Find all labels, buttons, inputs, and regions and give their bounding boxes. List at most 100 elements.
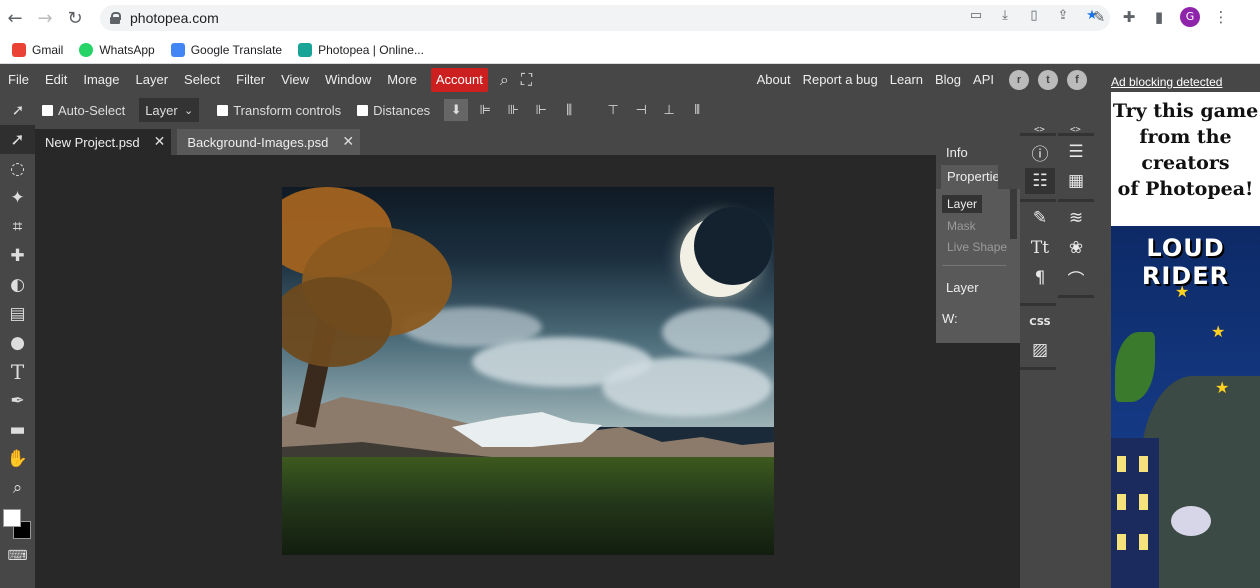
panel-tab-info[interactable]: Info xyxy=(946,145,968,160)
checkbox-box[interactable] xyxy=(357,104,369,116)
move-tool-options-icon[interactable]: ➚ xyxy=(0,95,36,125)
menu-edit[interactable]: Edit xyxy=(37,65,75,95)
hand-tool-icon[interactable]: ✋ xyxy=(0,444,35,473)
sidepanel-icon[interactable]: ▮ xyxy=(1150,7,1168,27)
pen-tool-icon[interactable]: ✒ xyxy=(0,386,35,415)
download-icon[interactable]: ⬇ xyxy=(444,99,469,121)
page-icon[interactable]: ▯ xyxy=(1026,8,1042,24)
ad-blocking-link[interactable]: Ad blocking detected xyxy=(1111,75,1222,89)
foreground-color[interactable] xyxy=(3,509,21,527)
align-top-icon[interactable]: ⊤ xyxy=(602,99,624,121)
align-right-icon[interactable]: ⊩ xyxy=(530,99,552,121)
address-bar[interactable]: photopea.com xyxy=(100,5,1110,31)
twitter-icon[interactable]: t xyxy=(1038,70,1058,90)
install-icon[interactable]: ⤓ xyxy=(997,8,1013,24)
ad-headline-line: of Photopea! xyxy=(1117,178,1254,200)
blur-tool-icon[interactable]: ● xyxy=(0,328,35,357)
tab-background-images[interactable]: Background-Images.psd ✕ xyxy=(177,129,361,155)
tab-new-project[interactable]: New Project.psd ✕ xyxy=(35,129,172,155)
adjustments-icon[interactable]: ☷ xyxy=(1025,168,1055,194)
zoom-tool-icon[interactable]: ⌕ xyxy=(0,473,35,502)
crop-tool-icon[interactable]: ⌗ xyxy=(0,212,35,241)
image-icon[interactable]: ▨ xyxy=(1025,337,1055,363)
menu-filter[interactable]: Filter xyxy=(228,65,273,95)
profile-avatar[interactable]: G xyxy=(1180,7,1200,27)
document-canvas[interactable] xyxy=(282,187,774,555)
link-blog[interactable]: Blog xyxy=(929,65,967,95)
menu-file[interactable]: File xyxy=(0,65,37,95)
align-middle-icon[interactable]: ⊣ xyxy=(630,99,652,121)
menu-view[interactable]: View xyxy=(273,65,317,95)
eraser-tool-icon[interactable]: ◐ xyxy=(0,270,35,299)
account-button[interactable]: Account xyxy=(430,68,488,92)
fullscreen-icon[interactable]: ⛶ xyxy=(521,70,532,90)
menu-select[interactable]: Select xyxy=(176,65,228,95)
props-subtab-live-shape[interactable]: Live Shape xyxy=(942,238,1012,256)
color-swatches[interactable] xyxy=(3,509,33,541)
lasso-tool-icon[interactable]: ◌ xyxy=(0,154,35,183)
css-icon[interactable]: CSS xyxy=(1025,309,1055,335)
gradient-tool-icon[interactable]: ▤ xyxy=(0,299,35,328)
props-subtab-layer[interactable]: Layer xyxy=(942,195,983,213)
kebab-menu-icon[interactable]: ⋮ xyxy=(1212,7,1230,27)
link-about[interactable]: About xyxy=(751,65,797,95)
paragraph-icon[interactable]: ¶ xyxy=(1025,265,1055,291)
eyedropper-icon[interactable]: ✎ xyxy=(1090,7,1108,27)
character-icon[interactable]: Tt xyxy=(1025,235,1055,261)
distances-checkbox[interactable]: Distances xyxy=(357,103,430,118)
bookmark-photopea[interactable]: Photopea | Online... xyxy=(298,42,424,57)
panel-tab-properties[interactable]: Properties xyxy=(941,165,998,189)
link-report-bug[interactable]: Report a bug xyxy=(797,65,884,95)
bookmark-whatsapp[interactable]: WhatsApp xyxy=(79,42,155,57)
rectangle-tool-icon[interactable]: ▬ xyxy=(0,415,35,444)
bookmark-gmail[interactable]: Gmail xyxy=(12,42,63,57)
forward-icon[interactable]: → xyxy=(30,0,60,36)
move-tool-icon[interactable]: ➚ xyxy=(0,125,35,154)
reddit-icon[interactable]: r xyxy=(1009,70,1029,90)
menu-layer[interactable]: Layer xyxy=(128,65,177,95)
layer-select-dropdown[interactable]: Layer ⌄ xyxy=(139,98,200,122)
game-window xyxy=(1139,534,1148,550)
auto-select-checkbox[interactable]: Auto-Select xyxy=(42,103,125,118)
panel-scrollbar[interactable] xyxy=(1010,189,1017,239)
facebook-icon[interactable]: f xyxy=(1067,70,1087,90)
transform-controls-checkbox[interactable]: Transform controls xyxy=(217,103,341,118)
checkbox-box[interactable] xyxy=(217,104,229,116)
puzzle-icon[interactable]: ✚ xyxy=(1120,7,1138,27)
back-icon[interactable]: ← xyxy=(0,0,30,36)
link-learn[interactable]: Learn xyxy=(884,65,929,95)
ad-banner[interactable]: Try this game from the creators of Photo… xyxy=(1111,92,1260,588)
reload-icon[interactable]: ↻ xyxy=(60,0,90,36)
menu-more[interactable]: More xyxy=(379,65,425,95)
brush-icon[interactable]: ✎ xyxy=(1025,205,1055,231)
distribute-horizontal-icon[interactable]: ⫴ xyxy=(686,99,708,121)
info-icon[interactable]: ⓘ xyxy=(1025,139,1055,165)
align-bottom-icon[interactable]: ⊥ xyxy=(658,99,680,121)
history-icon[interactable]: ☰ xyxy=(1061,139,1091,165)
bookmark-google-translate[interactable]: Google Translate xyxy=(170,42,282,57)
share-icon[interactable]: ⇪ xyxy=(1055,8,1071,24)
healing-brush-icon[interactable]: ✚ xyxy=(0,241,35,270)
translate-icon xyxy=(170,42,185,57)
layers-icon[interactable]: ≋ xyxy=(1061,205,1091,231)
distribute-vertical-icon[interactable]: ⫼ xyxy=(558,99,580,121)
keyboard-icon[interactable]: ⌨ xyxy=(0,545,35,567)
paths-icon[interactable]: ⌒ xyxy=(1061,265,1091,291)
magic-wand-icon[interactable]: ✦ xyxy=(0,183,35,212)
checkbox-box[interactable] xyxy=(42,104,53,116)
menu-image[interactable]: Image xyxy=(75,65,127,95)
link-api[interactable]: API xyxy=(967,65,1000,95)
align-center-icon[interactable]: ⊪ xyxy=(502,99,524,121)
props-subtab-mask[interactable]: Mask xyxy=(942,217,981,235)
divider xyxy=(1058,295,1094,298)
bookmarks-bar: Gmail WhatsApp Google Translate Photopea… xyxy=(0,36,1260,64)
close-icon[interactable]: ✕ xyxy=(342,134,354,150)
type-tool-icon[interactable]: T xyxy=(0,357,35,386)
align-left-icon[interactable]: ⊫ xyxy=(474,99,496,121)
search-icon[interactable]: ⌕ xyxy=(500,70,509,90)
clipboard-icon[interactable]: ▭ xyxy=(968,8,984,24)
swatches-icon[interactable]: ▦ xyxy=(1061,168,1091,194)
channels-icon[interactable]: ❀ xyxy=(1061,235,1091,261)
close-icon[interactable]: ✕ xyxy=(154,134,166,150)
menu-window[interactable]: Window xyxy=(317,65,379,95)
